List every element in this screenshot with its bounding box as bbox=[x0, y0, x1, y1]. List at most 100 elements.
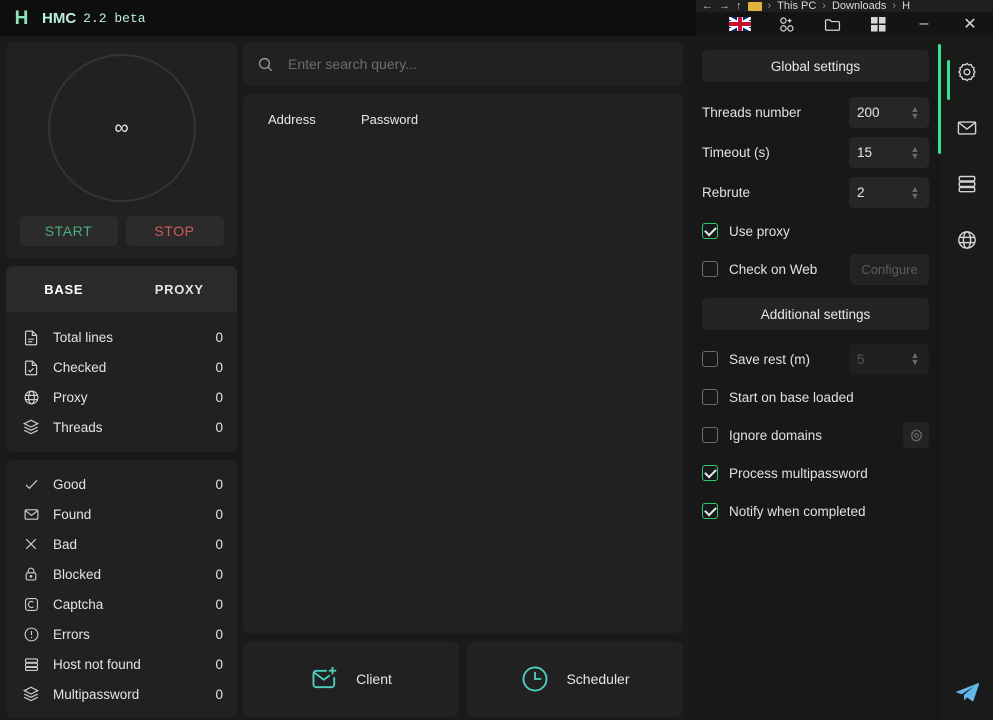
breadcrumb-separator: › bbox=[892, 0, 896, 12]
active-indicator bbox=[947, 60, 950, 100]
notify-when-completed-checkbox[interactable] bbox=[702, 503, 718, 519]
client-label: Client bbox=[356, 671, 392, 687]
stat-label: Proxy bbox=[53, 390, 215, 405]
save-rest-stepper[interactable]: 5 ▲▼ bbox=[849, 344, 929, 375]
search-bar bbox=[243, 42, 683, 86]
timeout-stepper[interactable]: 15 ▲▼ bbox=[849, 137, 929, 168]
language-button[interactable] bbox=[717, 12, 763, 36]
add-account-icon bbox=[778, 16, 795, 33]
folder-button[interactable] bbox=[809, 12, 855, 36]
stat-label: Captcha bbox=[53, 597, 215, 612]
setting-save-rest[interactable]: Save rest (m) 5 ▲▼ bbox=[702, 344, 929, 374]
stat-label: Bad bbox=[53, 537, 215, 552]
stat-label: Good bbox=[53, 477, 215, 492]
save-rest-checkbox[interactable] bbox=[702, 351, 718, 367]
start-on-base-loaded-checkbox[interactable] bbox=[702, 389, 718, 405]
rail-item-web[interactable] bbox=[947, 220, 987, 260]
stepper-arrows-icon[interactable]: ▲▼ bbox=[909, 106, 921, 120]
ignore-domains-checkbox[interactable] bbox=[702, 427, 718, 443]
setting-use-proxy[interactable]: Use proxy bbox=[702, 216, 929, 246]
stepper-arrows-icon[interactable]: ▲▼ bbox=[909, 146, 921, 160]
progress-value: ∞ bbox=[114, 118, 128, 138]
scheduler-button[interactable]: Scheduler bbox=[467, 641, 683, 717]
configure-button[interactable]: Configure bbox=[850, 254, 929, 285]
global-settings-header: Global settings bbox=[702, 50, 929, 82]
setting-label: Timeout (s) bbox=[702, 145, 849, 160]
telegram-button[interactable] bbox=[941, 680, 993, 706]
result-stats-card: Good 0 Found 0 Bad 0 bbox=[6, 460, 237, 718]
stat-row-bad: Bad 0 bbox=[6, 529, 237, 559]
close-x-icon bbox=[20, 535, 42, 553]
breadcrumb-item-downloads[interactable]: Downloads bbox=[832, 0, 886, 12]
stat-value: 0 bbox=[215, 537, 223, 552]
stat-value: 0 bbox=[215, 360, 223, 375]
rail-item-database[interactable] bbox=[947, 164, 987, 204]
rail-item-settings[interactable] bbox=[947, 52, 987, 92]
tab-proxy[interactable]: PROXY bbox=[122, 266, 238, 312]
stepper-arrows-icon[interactable]: ▲▼ bbox=[909, 352, 921, 366]
column-header-address[interactable]: Address bbox=[268, 112, 361, 127]
stat-row-blocked: Blocked 0 bbox=[6, 559, 237, 589]
stat-label: Host not found bbox=[53, 657, 215, 672]
setting-ignore-domains[interactable]: Ignore domains bbox=[702, 420, 929, 450]
close-button[interactable]: ✕ bbox=[947, 12, 993, 36]
layers-icon bbox=[20, 685, 42, 703]
app-logo-icon: H bbox=[10, 7, 32, 29]
captcha-icon bbox=[20, 595, 42, 613]
rail-item-mail[interactable] bbox=[947, 108, 987, 148]
tab-base[interactable]: BASE bbox=[6, 266, 122, 312]
client-button[interactable]: Client bbox=[243, 641, 459, 717]
breadcrumb-separator: › bbox=[768, 0, 772, 12]
progress-card: ∞ START STOP bbox=[6, 42, 237, 258]
use-proxy-checkbox[interactable] bbox=[702, 223, 718, 239]
setting-process-multipassword[interactable]: Process multipassword bbox=[702, 458, 929, 488]
check-on-web-checkbox[interactable] bbox=[702, 261, 718, 277]
column-header-password[interactable]: Password bbox=[361, 112, 418, 127]
setting-start-on-base-loaded[interactable]: Start on base loaded bbox=[702, 382, 929, 412]
stat-value: 0 bbox=[215, 330, 223, 345]
check-on-web-label: Check on Web bbox=[729, 262, 850, 277]
settings-content: Global settings Threads number 200 ▲▼ Ti… bbox=[690, 40, 941, 720]
start-button[interactable]: START bbox=[20, 216, 118, 246]
stat-label: Threads bbox=[53, 420, 215, 435]
stat-value: 0 bbox=[215, 390, 223, 405]
globe-icon bbox=[20, 388, 42, 406]
stat-label: Checked bbox=[53, 360, 215, 375]
settings-panel: Global settings Threads number 200 ▲▼ Ti… bbox=[690, 40, 941, 720]
stop-button[interactable]: STOP bbox=[126, 216, 224, 246]
folder-icon bbox=[824, 16, 841, 33]
stat-label: Found bbox=[53, 507, 215, 522]
app-name: HMC bbox=[42, 10, 76, 27]
windows-button[interactable] bbox=[855, 12, 901, 36]
minimize-button[interactable]: – bbox=[901, 12, 947, 36]
search-input[interactable] bbox=[288, 56, 669, 72]
process-multipassword-checkbox[interactable] bbox=[702, 465, 718, 481]
rebrute-stepper[interactable]: 2 ▲▼ bbox=[849, 177, 929, 208]
stat-value: 0 bbox=[215, 477, 223, 492]
up-arrow-icon[interactable]: ↑ bbox=[736, 1, 742, 12]
stat-row-good: Good 0 bbox=[6, 469, 237, 499]
threads-number-stepper[interactable]: 200 ▲▼ bbox=[849, 97, 929, 128]
lock-icon bbox=[20, 565, 42, 583]
application-window: ← → ↑ › This PC › Downloads › H H HMC 2.… bbox=[0, 0, 993, 720]
breadcrumb-item-h[interactable]: H bbox=[902, 0, 910, 12]
base-stat-list: Total lines 0 Checked 0 bbox=[6, 312, 237, 452]
breadcrumb-item-thispc[interactable]: This PC bbox=[777, 0, 816, 12]
stat-value: 0 bbox=[215, 507, 223, 522]
add-account-button[interactable] bbox=[763, 12, 809, 36]
gear-icon bbox=[909, 428, 924, 443]
forward-arrow-icon[interactable]: → bbox=[719, 1, 730, 12]
setting-notify-when-completed[interactable]: Notify when completed bbox=[702, 496, 929, 526]
minimize-icon: – bbox=[920, 15, 929, 33]
progress-ring: ∞ bbox=[48, 54, 196, 202]
back-arrow-icon[interactable]: ← bbox=[702, 1, 713, 12]
scheduler-label: Scheduler bbox=[566, 671, 629, 687]
setting-check-on-web[interactable]: Check on Web Configure bbox=[702, 254, 929, 284]
ignore-domains-config-button[interactable] bbox=[903, 422, 929, 448]
language-flag-gb-icon bbox=[729, 17, 751, 31]
stat-row-captcha: Captcha 0 bbox=[6, 589, 237, 619]
stepper-arrows-icon[interactable]: ▲▼ bbox=[909, 186, 921, 200]
stat-row-found: Found 0 bbox=[6, 499, 237, 529]
check-icon bbox=[20, 475, 42, 493]
close-icon: ✕ bbox=[963, 14, 976, 34]
